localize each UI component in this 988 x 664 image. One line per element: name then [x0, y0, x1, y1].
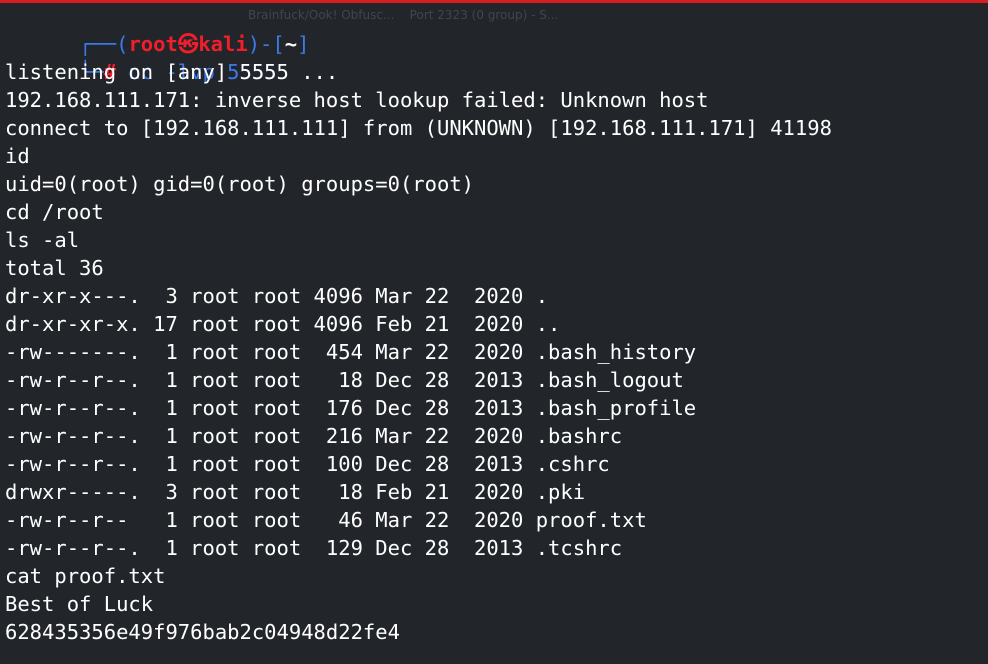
prompt-user: root	[128, 32, 178, 56]
output-line: 192.168.111.171: inverse host lookup fai…	[5, 88, 709, 112]
prompt-close-paren: )	[247, 32, 261, 56]
output-line: uid=0(root) gid=0(root) groups=0(root)	[5, 172, 474, 196]
output-line: total 36	[5, 256, 104, 280]
prompt-close-bracket: ]	[297, 32, 310, 56]
prompt-open-paren: (	[116, 32, 129, 56]
output-line: -rw-r--r--. 1 root root 129 Dec 28 2013 …	[5, 536, 623, 560]
output-line: Best of Luck	[5, 592, 154, 616]
output-line: drwxr-----. 3 root root 18 Feb 21 2020 .…	[5, 480, 586, 504]
output-line: cd /root	[5, 200, 104, 224]
output-line: -rw-r--r--. 1 root root 100 Dec 28 2013 …	[5, 452, 610, 476]
terminal-window[interactable]: Brainfuck/Ook! Obfusc... Port 2323 (0 gr…	[0, 0, 988, 664]
output-line: dr-xr-xr-x. 17 root root 4096 Feb 21 202…	[5, 312, 561, 336]
prompt-host: kali	[198, 32, 248, 56]
output-line: dr-xr-x---. 3 root root 4096 Mar 22 2020…	[5, 284, 549, 308]
prompt-line: ┌──(root㉿kali)-[~]	[5, 2, 832, 56]
output-line: -rw-r--r--. 1 root root 176 Dec 28 2013 …	[5, 396, 697, 420]
terminal-output[interactable]: ┌──(root㉿kali)-[~] └─# nc -lvp 5555 list…	[5, 2, 832, 646]
output-line: cat proof.txt	[5, 564, 166, 588]
output-line: -rw-r--r--. 1 root root 216 Mar 22 2020 …	[5, 424, 623, 448]
output-line: listening on [any] 5555 ...	[5, 60, 339, 84]
prompt-cwd: ~	[284, 32, 298, 56]
prompt-corner-top: ┌──	[79, 32, 117, 56]
prompt-open-bracket: [	[272, 32, 285, 56]
output-line: 628435356e49f976bab2c04948d22fe4	[5, 620, 400, 644]
output-line: connect to [192.168.111.111] from (UNKNO…	[5, 116, 832, 140]
prompt-dash: -	[260, 32, 273, 56]
prompt-at-symbol: ㉿	[177, 32, 199, 56]
output-line: -rw-------. 1 root root 454 Mar 22 2020 …	[5, 340, 697, 364]
output-line: -rw-r--r--. 1 root root 18 Dec 28 2013 .…	[5, 368, 684, 392]
output-line: ls -al	[5, 228, 80, 252]
output-line: -rw-r--r-- 1 root root 46 Mar 22 2020 pr…	[5, 508, 647, 532]
output-line: id	[5, 144, 30, 168]
